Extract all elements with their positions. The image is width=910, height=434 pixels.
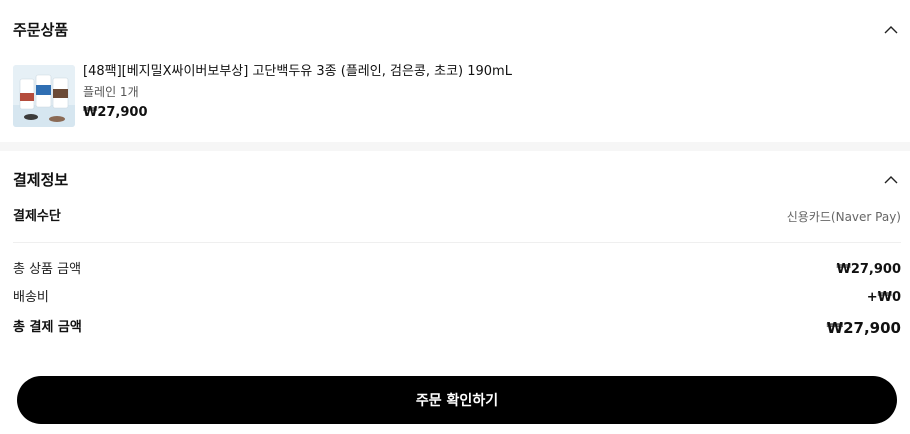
grand-total-label: 총 결제 금액 (13, 320, 82, 335)
product-option: 플레인 1개 (83, 85, 139, 99)
product-total-row: 총 상품 금액 ₩27,900 (13, 260, 901, 280)
payment-section-header[interactable]: 결제정보 (0, 169, 910, 203)
payment-method-value: 신용카드(Naver Pay) (786, 210, 901, 224)
chevron-up-icon[interactable] (882, 171, 900, 189)
chevron-up-icon[interactable] (882, 21, 900, 39)
product-price: ₩27,900 (83, 105, 148, 120)
payment-section-title: 결제정보 (13, 171, 69, 189)
product-name[interactable]: [48팩][베지밀X싸이버보부상] 고단백두유 3종 (플레인, 검은콩, 초코… (83, 63, 512, 81)
shipping-row: 배송비 +₩0 (13, 288, 901, 308)
section-divider (0, 142, 910, 151)
product-total-value: ₩27,900 (836, 262, 901, 277)
payment-method-label: 결제수단 (13, 209, 61, 224)
product-total-label: 총 상품 금액 (13, 262, 82, 277)
confirm-order-button[interactable]: 주문 확인하기 (17, 376, 897, 424)
grand-total-row: 총 결제 금액 ₩27,900 (13, 318, 901, 338)
shipping-value: +₩0 (866, 290, 901, 305)
order-section-header[interactable]: 주문상품 (0, 19, 910, 53)
product-thumbnail[interactable] (13, 65, 75, 127)
shipping-label: 배송비 (13, 290, 49, 305)
grand-total-value: ₩27,900 (826, 319, 901, 337)
confirm-order-label: 주문 확인하기 (415, 393, 499, 409)
payment-method-row: 결제수단 신용카드(Naver Pay) (13, 207, 901, 227)
payment-divider (13, 242, 901, 243)
order-section-title: 주문상품 (13, 21, 69, 39)
